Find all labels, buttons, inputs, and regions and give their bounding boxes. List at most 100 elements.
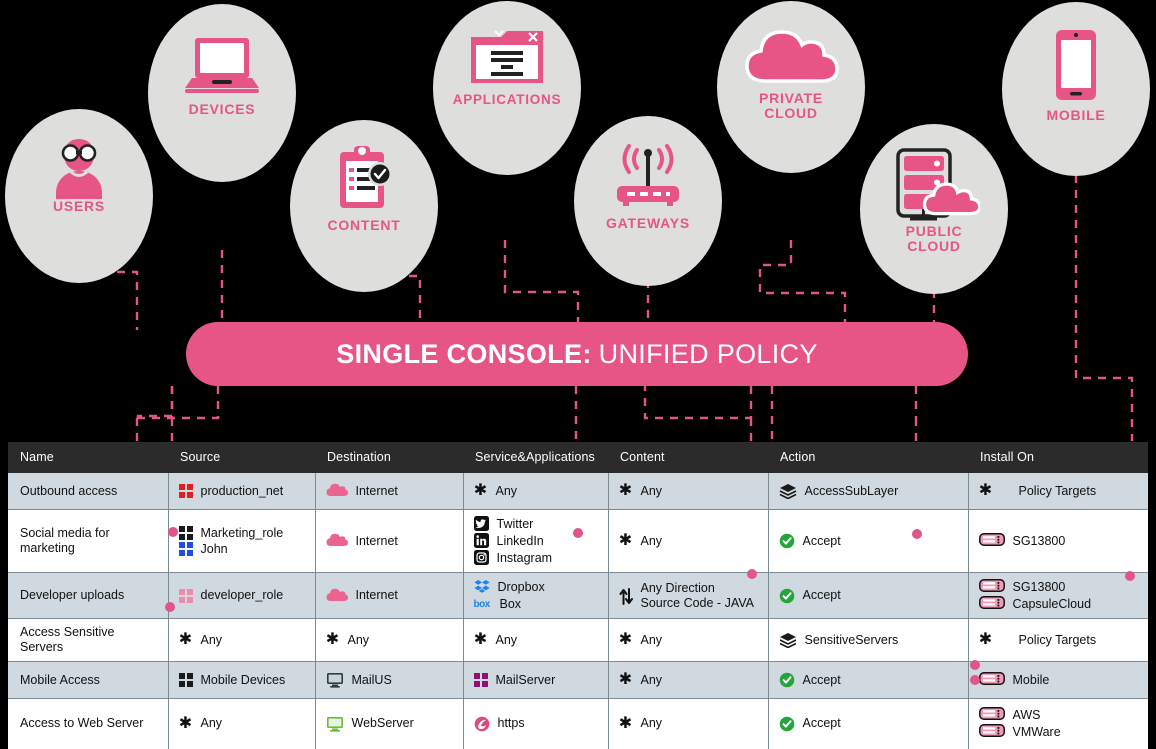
cell-text: Any — [495, 632, 518, 647]
cell-action[interactable]: Accept — [768, 572, 969, 619]
cell-name[interactable]: Developer uploads — [8, 572, 169, 619]
cell-action[interactable]: AccessSubLayer — [768, 473, 969, 510]
cell-install-on[interactable]: ✱ Policy Targets — [968, 473, 1148, 510]
cell-text: Mobile — [1012, 672, 1050, 687]
cell-text: Any — [347, 632, 370, 647]
column-header-source[interactable]: Source — [168, 442, 315, 473]
node-public-cloud[interactable]: PUBLIC CLOUD — [860, 124, 1008, 294]
gateway-icon — [978, 579, 1005, 595]
table-row[interactable]: Access to Web Server ✱ Any WebServer https ✱ A… — [8, 698, 1148, 749]
cell-text: Accept — [802, 533, 841, 548]
cell-name[interactable]: Social media for marketing — [8, 509, 169, 573]
node-applications[interactable]: APPLICATIONS — [433, 1, 581, 175]
cell-install-on[interactable]: SG13800 CapsuleCloud — [968, 572, 1148, 619]
cell-destination[interactable]: Internet — [315, 572, 464, 619]
laptop-icon — [183, 34, 261, 96]
accept-check-icon — [779, 588, 795, 604]
cell-service-applications[interactable]: Twitter LinkedIn Instagram — [463, 509, 609, 573]
cell-content[interactable]: ✱ Any — [608, 661, 769, 699]
cell-name[interactable]: Outbound access — [8, 473, 169, 510]
twitter-icon — [473, 516, 489, 532]
cell-service-applications[interactable]: ✱ Any — [463, 618, 609, 662]
node-gateways[interactable]: GATEWAYS — [574, 116, 722, 286]
unified-policy-banner[interactable]: SINGLE CONSOLE: UNIFIED POLICY — [186, 322, 968, 386]
cell-content[interactable]: Any Direction Source Code - JAVA — [608, 572, 769, 619]
cell-text: Twitter — [496, 516, 534, 531]
cell-source[interactable]: developer_role — [168, 572, 316, 619]
gateway-icon — [978, 724, 1005, 740]
asterisk-icon: ✱ — [978, 482, 993, 499]
cell-action[interactable]: Accept — [768, 509, 969, 573]
cell-source[interactable]: Mobile Devices — [168, 661, 316, 699]
cell-text: Any — [200, 632, 223, 647]
cell-text: CapsuleCloud — [1012, 596, 1092, 611]
cell-source[interactable]: ✱ Any — [168, 698, 316, 749]
cell-text: Social media for marketing — [20, 526, 110, 555]
cell-content[interactable]: ✱ Any — [608, 698, 769, 749]
cell-text: Any Direction — [640, 580, 715, 595]
node-label: USERS — [52, 198, 106, 214]
accept-check-icon — [779, 716, 795, 732]
node-label: MOBILE — [1046, 107, 1106, 123]
clipboard-check-icon — [332, 144, 396, 212]
cell-install-on[interactable]: ✱ Policy Targets — [968, 618, 1148, 662]
cell-content[interactable]: ✱ Any — [608, 509, 769, 573]
cell-text: SG13800 — [1012, 579, 1066, 594]
node-mobile[interactable]: MOBILE — [1002, 2, 1150, 176]
column-header-action[interactable]: Action — [768, 442, 968, 473]
cell-name[interactable]: Mobile Access — [8, 661, 169, 699]
cell-install-on[interactable]: Mobile — [968, 661, 1148, 699]
cell-destination[interactable]: MailUS — [315, 661, 464, 699]
node-label: PRIVATE CLOUD — [759, 91, 823, 120]
cell-text: Any — [200, 716, 223, 731]
cell-service-applications[interactable]: ✱ Any — [463, 473, 609, 510]
cell-destination[interactable]: Internet — [315, 509, 464, 573]
cell-text: Mobile Access — [20, 672, 100, 687]
cell-text: Any — [640, 533, 663, 548]
cell-destination[interactable]: Internet — [315, 473, 464, 510]
cell-service-applications[interactable]: https — [463, 698, 609, 749]
node-label: GATEWAYS — [606, 215, 690, 231]
asterisk-icon: ✱ — [473, 482, 488, 499]
cell-destination[interactable]: WebServer — [315, 698, 464, 749]
cell-action[interactable]: Accept — [768, 698, 969, 749]
node-label: PUBLIC CLOUD — [905, 223, 963, 254]
asterisk-icon: ✱ — [618, 532, 633, 549]
column-header-name[interactable]: Name — [8, 442, 168, 473]
cell-install-on[interactable]: AWS VMWare — [968, 698, 1148, 749]
column-header-content[interactable]: Content — [608, 442, 768, 473]
node-content[interactable]: CONTENT — [290, 120, 438, 292]
diagram-canvas: USERS DEVICES CONTENT APPLICATIONS GATEW… — [0, 0, 1156, 749]
cell-text: Source Code - JAVA — [640, 595, 754, 610]
cell-service-applications[interactable]: MailServer — [463, 661, 609, 699]
cell-service-applications[interactable]: Dropbox box Box — [463, 572, 609, 619]
node-private-cloud[interactable]: PRIVATE CLOUD — [717, 1, 865, 173]
cell-action[interactable]: SensitiveServers — [768, 618, 969, 662]
cell-source[interactable]: ✱ Any — [168, 618, 316, 662]
layers-icon — [779, 483, 797, 500]
cell-name[interactable]: Access Sensitive Servers — [8, 618, 169, 662]
asterisk-icon: ✱ — [618, 482, 633, 499]
table-row[interactable]: Access Sensitive Servers ✱ Any ✱ Any ✱ Any ✱ Any… — [8, 618, 1148, 662]
cell-install-on[interactable]: SG13800 — [968, 509, 1148, 573]
grid-blue-icon — [178, 541, 193, 556]
cell-text: Accept — [802, 716, 841, 731]
table-row[interactable]: Outbound access production_net Internet ✱ An… — [8, 473, 1148, 510]
cell-source[interactable]: Marketing_role John — [168, 509, 316, 573]
node-users[interactable]: USERS — [5, 109, 153, 283]
column-header-install-on[interactable]: Install On — [968, 442, 1148, 473]
asterisk-icon: ✱ — [325, 631, 340, 648]
cell-content[interactable]: ✱ Any — [608, 618, 769, 662]
cell-destination[interactable]: ✱ Any — [315, 618, 464, 662]
column-header-destination[interactable]: Destination — [315, 442, 463, 473]
cell-action[interactable]: Accept — [768, 661, 969, 699]
column-header-service-applications[interactable]: Service&Applications — [463, 442, 608, 473]
table-row[interactable]: Mobile Access Mobile Devices MailUS MailSer… — [8, 661, 1148, 699]
cell-content[interactable]: ✱ Any — [608, 473, 769, 510]
table-row[interactable]: Developer uploads developer_role Internet D… — [8, 572, 1148, 619]
node-devices[interactable]: DEVICES — [148, 4, 296, 182]
cell-name[interactable]: Access to Web Server — [8, 698, 169, 749]
cell-text: Any — [640, 716, 663, 731]
table-row[interactable]: Social media for marketing Marketing_role… — [8, 509, 1148, 573]
cell-source[interactable]: production_net — [168, 473, 316, 510]
